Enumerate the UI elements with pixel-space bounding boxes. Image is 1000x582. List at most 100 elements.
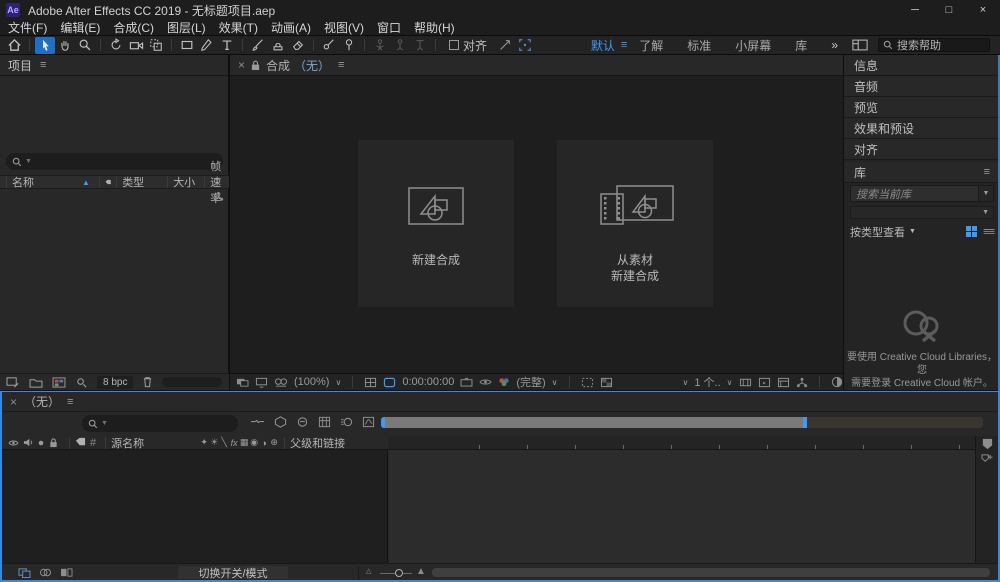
bit-depth-button[interactable]: 8 bpc	[97, 376, 133, 389]
minimize-button[interactable]: ─	[898, 0, 932, 20]
panel-menu-icon[interactable]: ≡	[67, 396, 73, 408]
composition-tab-title[interactable]: 合成	[266, 57, 290, 74]
timeline-search-input[interactable]: ▼	[82, 415, 238, 432]
column-parent-link[interactable]: 父级和链接	[290, 435, 345, 451]
collapse-switch-icon[interactable]: ☀	[209, 437, 219, 448]
panel-tab-audio[interactable]: 音频	[844, 76, 1000, 97]
pen-tool-icon[interactable]	[197, 37, 217, 54]
search-caret-icon[interactable]: ▼	[25, 158, 32, 165]
rotate-tool-icon[interactable]	[106, 37, 126, 54]
menu-composition[interactable]: 合成(C)	[113, 19, 154, 36]
workspace-tab-libraries[interactable]: 库	[783, 37, 819, 54]
show-snapshot-icon[interactable]	[479, 377, 492, 387]
panel-menu-icon[interactable]: ≡	[40, 59, 46, 71]
chevron-down-icon[interactable]: ∨	[335, 378, 341, 387]
interpret-footage-icon[interactable]	[6, 376, 20, 388]
chevron-down-icon[interactable]: ∨	[727, 378, 733, 387]
channel-settings-icon[interactable]	[498, 377, 510, 387]
expand-layer-switches-icon[interactable]	[18, 567, 31, 578]
label-color-icon[interactable]	[105, 177, 111, 188]
roto-brush-tool-icon[interactable]	[319, 37, 339, 54]
magnification-icon[interactable]	[274, 377, 288, 388]
composition-tab-bar[interactable]: × 合成 （无） ≡	[230, 55, 843, 76]
shy-switch-icon[interactable]: ✦	[199, 437, 209, 448]
panel-tab-preview[interactable]: 预览	[844, 97, 1000, 118]
timeline-tab-title[interactable]: （无）	[24, 393, 60, 410]
mini-flowchart-icon[interactable]	[250, 416, 265, 428]
list-view-icon[interactable]: ≡≡	[983, 226, 994, 238]
home-icon[interactable]	[4, 37, 24, 54]
column-name[interactable]: 名称	[12, 174, 82, 190]
expand-in-out-controls-icon[interactable]	[60, 567, 73, 578]
project-settings-icon[interactable]	[75, 376, 88, 388]
track-area[interactable]	[389, 450, 975, 563]
column-index[interactable]: #	[90, 437, 96, 449]
grid-guides-icon[interactable]	[364, 377, 377, 388]
workspace-switcher-icon[interactable]	[850, 37, 870, 54]
new-folder-icon[interactable]	[29, 377, 43, 388]
maximize-button[interactable]: □	[932, 0, 966, 20]
panel-tab-effects-presets[interactable]: 效果和预设	[844, 118, 1000, 139]
pixel-aspect-correction-icon[interactable]	[739, 377, 752, 388]
time-navigator[interactable]	[381, 417, 983, 428]
type-tool-icon[interactable]	[217, 37, 237, 54]
motion-blur-switch-icon[interactable]: ◉	[249, 437, 259, 448]
3d-layer-switch-icon[interactable]: ⊕	[269, 437, 279, 448]
column-size[interactable]: 大小	[173, 174, 199, 190]
delete-icon[interactable]	[142, 376, 153, 388]
project-search-input[interactable]: ▼	[6, 153, 223, 170]
label-color-icon[interactable]	[75, 437, 86, 448]
menu-animation[interactable]: 动画(A)	[271, 19, 311, 36]
time-ruler[interactable]	[388, 436, 975, 450]
new-composition-icon[interactable]	[52, 377, 66, 388]
grid-view-icon[interactable]	[966, 226, 977, 237]
workspace-tab-small-screen[interactable]: 小屏幕	[723, 37, 783, 54]
time-navigator-end-handle[interactable]	[803, 417, 807, 428]
panel-tab-info[interactable]: 信息	[844, 55, 1000, 76]
motion-blur-icon[interactable]	[340, 416, 353, 428]
solo-icon[interactable]	[37, 439, 45, 447]
always-preview-icon[interactable]	[236, 377, 249, 388]
comp-marker-bin-icon[interactable]	[981, 438, 994, 450]
chevron-down-icon[interactable]: ∨	[552, 378, 558, 387]
timeline-button-icon[interactable]	[777, 377, 790, 388]
hide-shy-layers-icon[interactable]	[296, 416, 309, 428]
menu-effect[interactable]: 效果(T)	[219, 19, 258, 36]
menu-view[interactable]: 视图(V)	[324, 19, 364, 36]
viewer-lock-icon[interactable]	[251, 60, 260, 71]
transparency-grid-icon[interactable]	[600, 377, 613, 388]
library-search-input[interactable]: 搜索当前库 ▼	[850, 185, 994, 202]
menu-help[interactable]: 帮助(H)	[414, 19, 455, 36]
column-source-name[interactable]: 源名称	[111, 435, 199, 451]
eraser-tool-icon[interactable]	[288, 37, 308, 54]
time-navigator-start-handle[interactable]	[381, 417, 385, 428]
clone-stamp-tool-icon[interactable]	[268, 37, 288, 54]
workspace-overflow-chevron[interactable]: »	[819, 38, 850, 52]
draft-3d-icon[interactable]	[274, 416, 287, 428]
region-of-interest-icon[interactable]	[581, 377, 594, 388]
panel-menu-icon[interactable]: ≡	[338, 59, 344, 71]
selection-tool-icon[interactable]	[35, 37, 55, 54]
new-composition-from-footage-button[interactable]: 从素材 新建合成	[557, 140, 713, 307]
project-panel-header[interactable]: 项目 ≡	[0, 55, 228, 76]
reset-exposure-icon[interactable]	[831, 376, 843, 388]
snapshot-icon[interactable]	[460, 377, 473, 387]
layer-list-area[interactable]	[2, 450, 388, 563]
timeline-tab-bar[interactable]: × （无） ≡	[2, 392, 998, 412]
snap-checkbox[interactable]	[449, 40, 459, 50]
timeline-scroll-column[interactable]	[975, 436, 998, 563]
workspace-tab-learn[interactable]: 了解	[627, 37, 675, 54]
toggle-switches-modes-button[interactable]: 切换开关/模式	[178, 566, 288, 579]
timeline-zoom-slider-knob[interactable]	[395, 569, 403, 577]
zoom-in-mountain-icon[interactable]: ▲	[416, 566, 426, 577]
snap-toggle[interactable]: 对齐	[449, 37, 487, 54]
expand-transfer-controls-icon[interactable]	[39, 567, 52, 578]
motion-tracker-icon[interactable]	[515, 37, 535, 54]
close-button[interactable]: ×	[966, 0, 1000, 20]
libraries-panel-header[interactable]: 库 ≡	[844, 162, 1000, 183]
sort-arrow-icon[interactable]: ▲	[82, 178, 90, 187]
menu-file[interactable]: 文件(F)	[8, 19, 47, 36]
main-viewer-icon[interactable]	[255, 377, 268, 388]
fast-previews-icon[interactable]	[758, 377, 771, 388]
search-caret-icon[interactable]: ▼	[101, 420, 108, 427]
